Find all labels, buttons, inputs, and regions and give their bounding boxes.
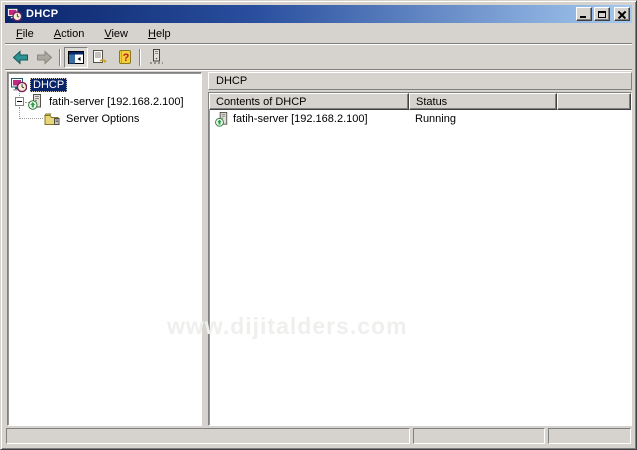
server-icon: [148, 49, 164, 65]
tree-node-label[interactable]: Server Options: [64, 112, 141, 126]
list-item-server[interactable]: fatih-server [192.168.2.100] Running: [209, 110, 631, 128]
menu-help[interactable]: Help: [141, 26, 178, 42]
result-list: Contents of DHCP Status fatih-server [19…: [208, 92, 632, 426]
close-icon: [618, 11, 626, 18]
tree-node-dhcp-root[interactable]: DHCP: [11, 76, 67, 93]
dhcp-console-icon: [11, 77, 27, 93]
menu-bar: File Action View Help: [5, 24, 632, 44]
dhcp-console-icon: [7, 7, 22, 22]
close-button[interactable]: [614, 7, 630, 21]
status-panel-main: [6, 428, 410, 444]
toolbar-separator: [59, 49, 61, 66]
result-pane: DHCP Contents of DHCP Status fatih-serve…: [208, 72, 632, 426]
tree-node-server[interactable]: fatih-server [192.168.2.100]: [28, 93, 186, 110]
window-title: DHCP: [26, 8, 574, 20]
export-list-button[interactable]: [88, 47, 112, 68]
server-running-icon: [28, 94, 44, 110]
result-pane-title: DHCP: [216, 75, 247, 87]
console-tree-icon: [68, 51, 84, 64]
folder-options-icon: [44, 112, 61, 126]
column-header-empty[interactable]: [557, 93, 631, 110]
column-header-status[interactable]: Status: [409, 93, 557, 110]
menu-action[interactable]: Action: [47, 26, 92, 42]
title-bar[interactable]: DHCP: [5, 5, 632, 23]
minimize-icon: [580, 16, 586, 18]
menu-view[interactable]: View: [97, 26, 135, 42]
menu-file[interactable]: File: [9, 26, 41, 42]
svg-text:?: ?: [122, 52, 129, 64]
toolbar-separator: [139, 49, 141, 66]
help-book-icon: ?: [117, 49, 132, 65]
arrow-left-icon: [12, 50, 29, 65]
status-panel-right: [548, 428, 631, 444]
tree-node-label[interactable]: fatih-server [192.168.2.100]: [47, 95, 186, 109]
server-running-icon: [215, 112, 230, 127]
back-button[interactable]: [8, 47, 32, 68]
list-header: Contents of DHCP Status: [209, 93, 631, 110]
server-status: Running: [409, 113, 557, 125]
toolbar: ?: [5, 45, 632, 70]
tree-connector: [19, 118, 43, 119]
show-hide-console-tree-button[interactable]: [64, 47, 88, 68]
maximize-button[interactable]: [594, 7, 610, 21]
status-panel-secondary: [413, 428, 545, 444]
dhcp-console-window: DHCP File Action View Help: [0, 0, 637, 450]
server-name: fatih-server [192.168.2.100]: [233, 113, 368, 125]
add-server-button[interactable]: [144, 47, 168, 68]
tree-node-label[interactable]: DHCP: [30, 78, 67, 92]
arrow-right-icon: [36, 50, 53, 65]
collapse-toggle[interactable]: [15, 97, 24, 106]
export-list-icon: [92, 50, 108, 65]
console-tree-pane: DHCP fatih-server [192.168.2.100] Server…: [7, 72, 202, 426]
forward-button[interactable]: [32, 47, 56, 68]
maximize-icon: [598, 11, 606, 18]
tree-node-server-options[interactable]: Server Options: [44, 110, 141, 127]
result-pane-banner: DHCP: [208, 72, 632, 90]
status-bar: [6, 428, 631, 444]
column-header-contents[interactable]: Contents of DHCP: [209, 93, 409, 110]
help-button[interactable]: ?: [112, 47, 136, 68]
minimize-button[interactable]: [576, 7, 592, 21]
